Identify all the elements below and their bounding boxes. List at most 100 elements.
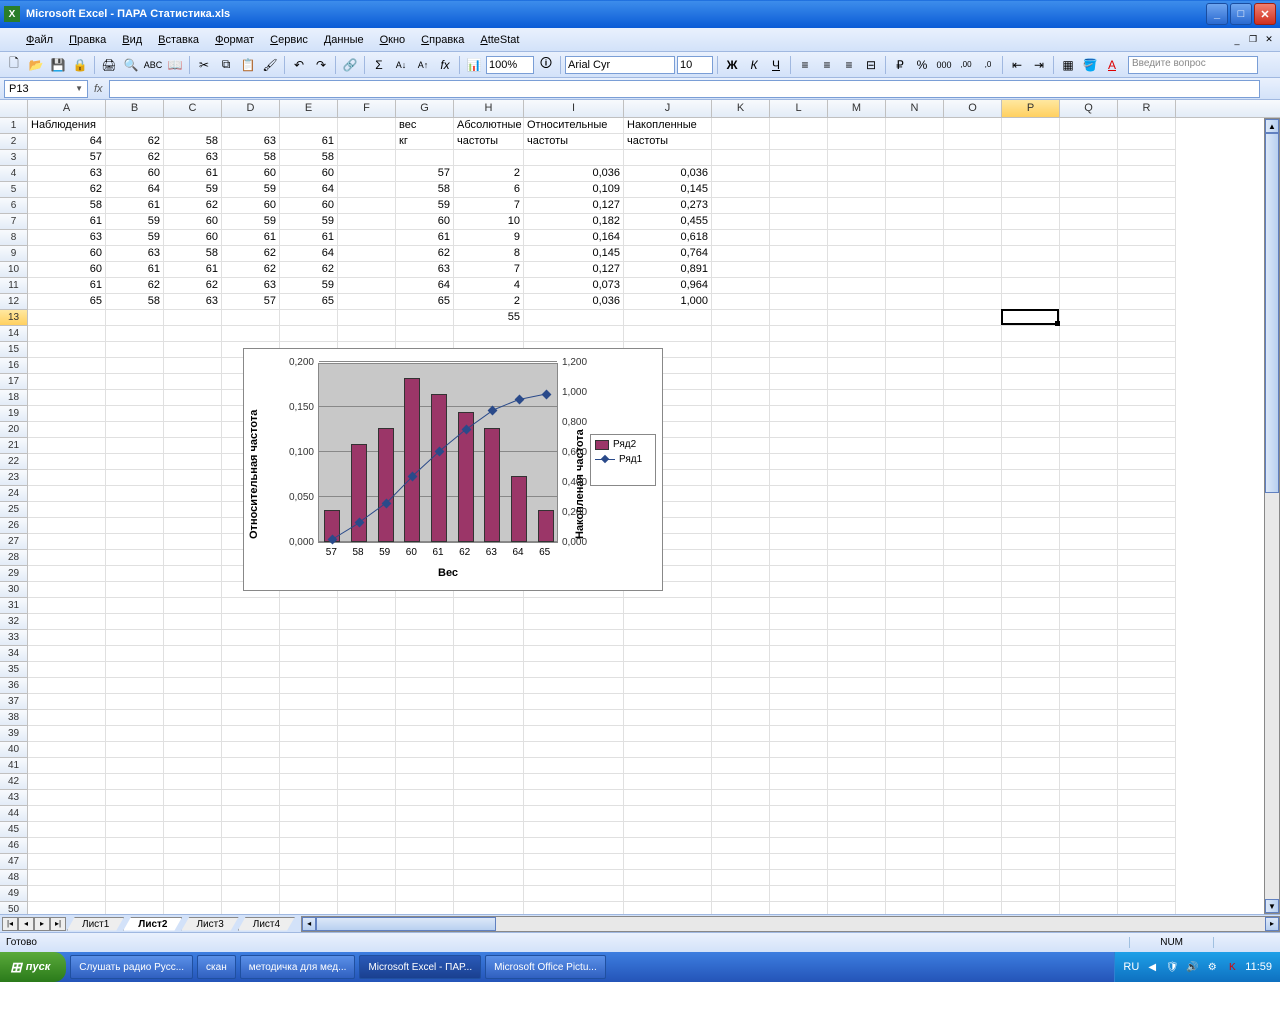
cell[interactable] [1002,566,1060,582]
cell[interactable]: 65 [396,294,454,310]
cell[interactable] [222,598,280,614]
cell[interactable]: 9 [454,230,524,246]
col-header-L[interactable]: L [770,100,828,117]
cell[interactable] [338,710,396,726]
cell[interactable] [828,710,886,726]
cell[interactable] [712,886,770,902]
cell[interactable] [770,134,828,150]
row-header[interactable]: 28 [0,550,28,566]
inc-decimal-button[interactable]: ,00 [956,55,976,75]
new-button[interactable]: 🗋 [4,55,24,75]
cell[interactable] [1118,454,1176,470]
cell[interactable] [164,758,222,774]
fill-color-button[interactable]: 🪣 [1080,55,1100,75]
cell[interactable] [886,342,944,358]
cell[interactable] [770,310,828,326]
cell[interactable] [222,838,280,854]
cell[interactable] [28,742,106,758]
cell[interactable] [886,902,944,914]
cell[interactable]: 62 [222,262,280,278]
cell[interactable] [164,390,222,406]
cell[interactable] [770,390,828,406]
cell[interactable] [524,726,624,742]
cell[interactable] [770,454,828,470]
cell[interactable] [106,566,164,582]
cell[interactable] [770,358,828,374]
cell[interactable] [222,694,280,710]
menu-Окно[interactable]: Окно [374,32,412,48]
cell[interactable] [106,422,164,438]
cell[interactable] [712,678,770,694]
cell[interactable] [1002,198,1060,214]
cell[interactable] [944,870,1002,886]
cell[interactable] [712,534,770,550]
cell[interactable] [712,774,770,790]
cell[interactable] [1118,358,1176,374]
cell[interactable] [1118,758,1176,774]
cell[interactable] [106,854,164,870]
cell[interactable] [396,710,454,726]
col-header-I[interactable]: I [524,100,624,117]
cell[interactable]: 64 [396,278,454,294]
cell[interactable]: 58 [106,294,164,310]
horizontal-scrollbar[interactable]: ◂ ▸ [301,916,1280,932]
row-header[interactable]: 49 [0,886,28,902]
cell[interactable] [886,774,944,790]
cell[interactable] [770,278,828,294]
cell[interactable]: 59 [164,182,222,198]
cell[interactable] [1002,838,1060,854]
cell[interactable] [886,614,944,630]
cell[interactable] [770,870,828,886]
start-button[interactable]: ⊞ пуск [0,952,66,982]
cell[interactable] [1118,374,1176,390]
dec-decimal-button[interactable]: ,0 [978,55,998,75]
cell[interactable] [1060,438,1118,454]
cell[interactable] [106,438,164,454]
row-header[interactable]: 47 [0,854,28,870]
cell[interactable]: 61 [28,278,106,294]
cell[interactable] [1060,630,1118,646]
row-header[interactable]: 31 [0,598,28,614]
cell[interactable] [524,630,624,646]
cell[interactable] [164,534,222,550]
cell[interactable] [1060,518,1118,534]
cell[interactable]: 0,127 [524,198,624,214]
cell[interactable] [886,134,944,150]
cell[interactable] [1060,870,1118,886]
cell[interactable] [280,726,338,742]
cell[interactable]: 60 [28,246,106,262]
cell[interactable] [712,230,770,246]
cell[interactable] [164,598,222,614]
cell[interactable] [944,758,1002,774]
cell[interactable] [396,822,454,838]
cell[interactable]: 59 [280,214,338,230]
cell[interactable] [944,566,1002,582]
cell[interactable] [222,118,280,134]
cell[interactable] [886,822,944,838]
fx-icon[interactable]: fx [94,83,103,95]
cell[interactable] [1060,550,1118,566]
cell[interactable] [1060,534,1118,550]
cell[interactable] [944,390,1002,406]
cell[interactable] [712,198,770,214]
cell[interactable] [1118,486,1176,502]
tray-icon[interactable]: 🛡 [1165,960,1179,974]
cell[interactable] [1118,406,1176,422]
cell[interactable] [396,678,454,694]
cell[interactable] [886,646,944,662]
cell[interactable]: 6 [454,182,524,198]
cell[interactable] [1002,422,1060,438]
cell[interactable] [770,582,828,598]
cell[interactable] [338,118,396,134]
cell[interactable] [280,678,338,694]
cell[interactable] [222,726,280,742]
cell[interactable] [944,230,1002,246]
cell[interactable] [28,310,106,326]
cell[interactable] [1118,598,1176,614]
row-header[interactable]: 37 [0,694,28,710]
cell[interactable]: 0,618 [624,230,712,246]
cell[interactable] [222,854,280,870]
cell[interactable] [1118,310,1176,326]
cell[interactable] [1060,502,1118,518]
cell[interactable] [1118,118,1176,134]
